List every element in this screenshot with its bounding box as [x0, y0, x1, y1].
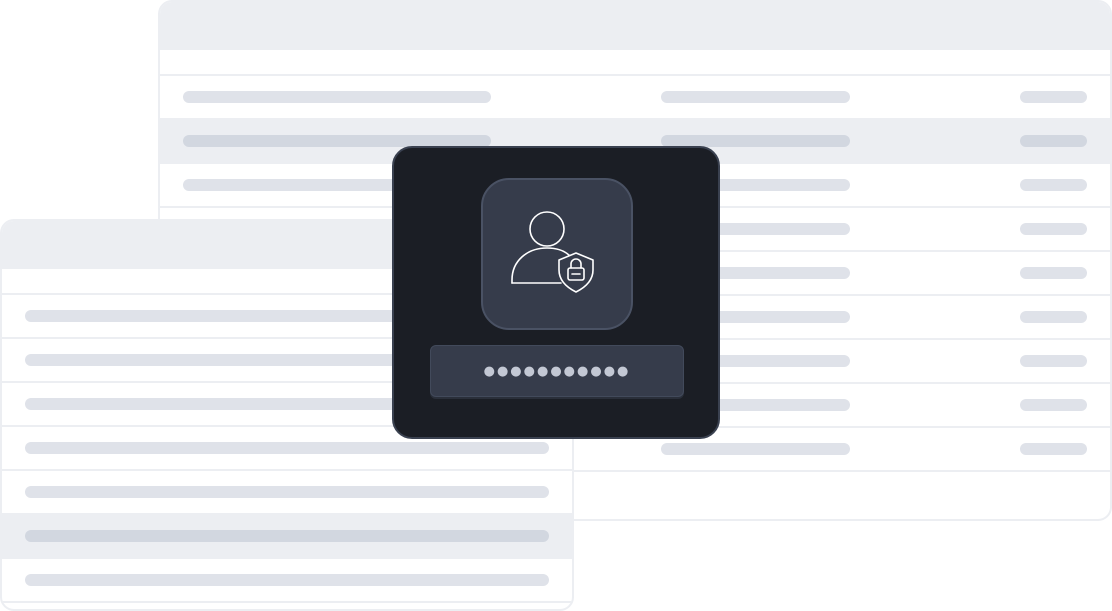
placeholder-bar	[25, 486, 549, 498]
placeholder-bar	[1020, 179, 1087, 191]
table-row	[2, 515, 572, 559]
placeholder-bar	[1020, 355, 1087, 367]
user-shield-lock-icon	[511, 211, 594, 293]
placeholder-bar	[661, 443, 850, 455]
placeholder-bar	[1020, 267, 1087, 279]
password-field[interactable]: ●●●●●●●●●●●	[430, 345, 684, 397]
placeholder-bar	[1020, 135, 1087, 147]
table-row	[2, 471, 572, 515]
login-card: ●●●●●●●●●●●	[392, 146, 720, 439]
placeholder-bar	[1020, 223, 1087, 235]
table-header	[160, 2, 1110, 50]
placeholder-bar	[25, 442, 549, 454]
placeholder-bar	[1020, 399, 1087, 411]
placeholder-bar	[1020, 91, 1087, 103]
placeholder-bar	[1020, 443, 1087, 455]
table-row	[2, 559, 572, 603]
table-subheader	[160, 50, 1110, 76]
placeholder-bar	[661, 91, 850, 103]
table-row	[160, 76, 1110, 120]
avatar-tile	[481, 178, 633, 330]
placeholder-bar	[25, 530, 549, 542]
placeholder-bar	[1020, 311, 1087, 323]
password-mask: ●●●●●●●●●●●	[483, 363, 631, 379]
placeholder-bar	[183, 91, 491, 103]
placeholder-bar	[25, 574, 549, 586]
